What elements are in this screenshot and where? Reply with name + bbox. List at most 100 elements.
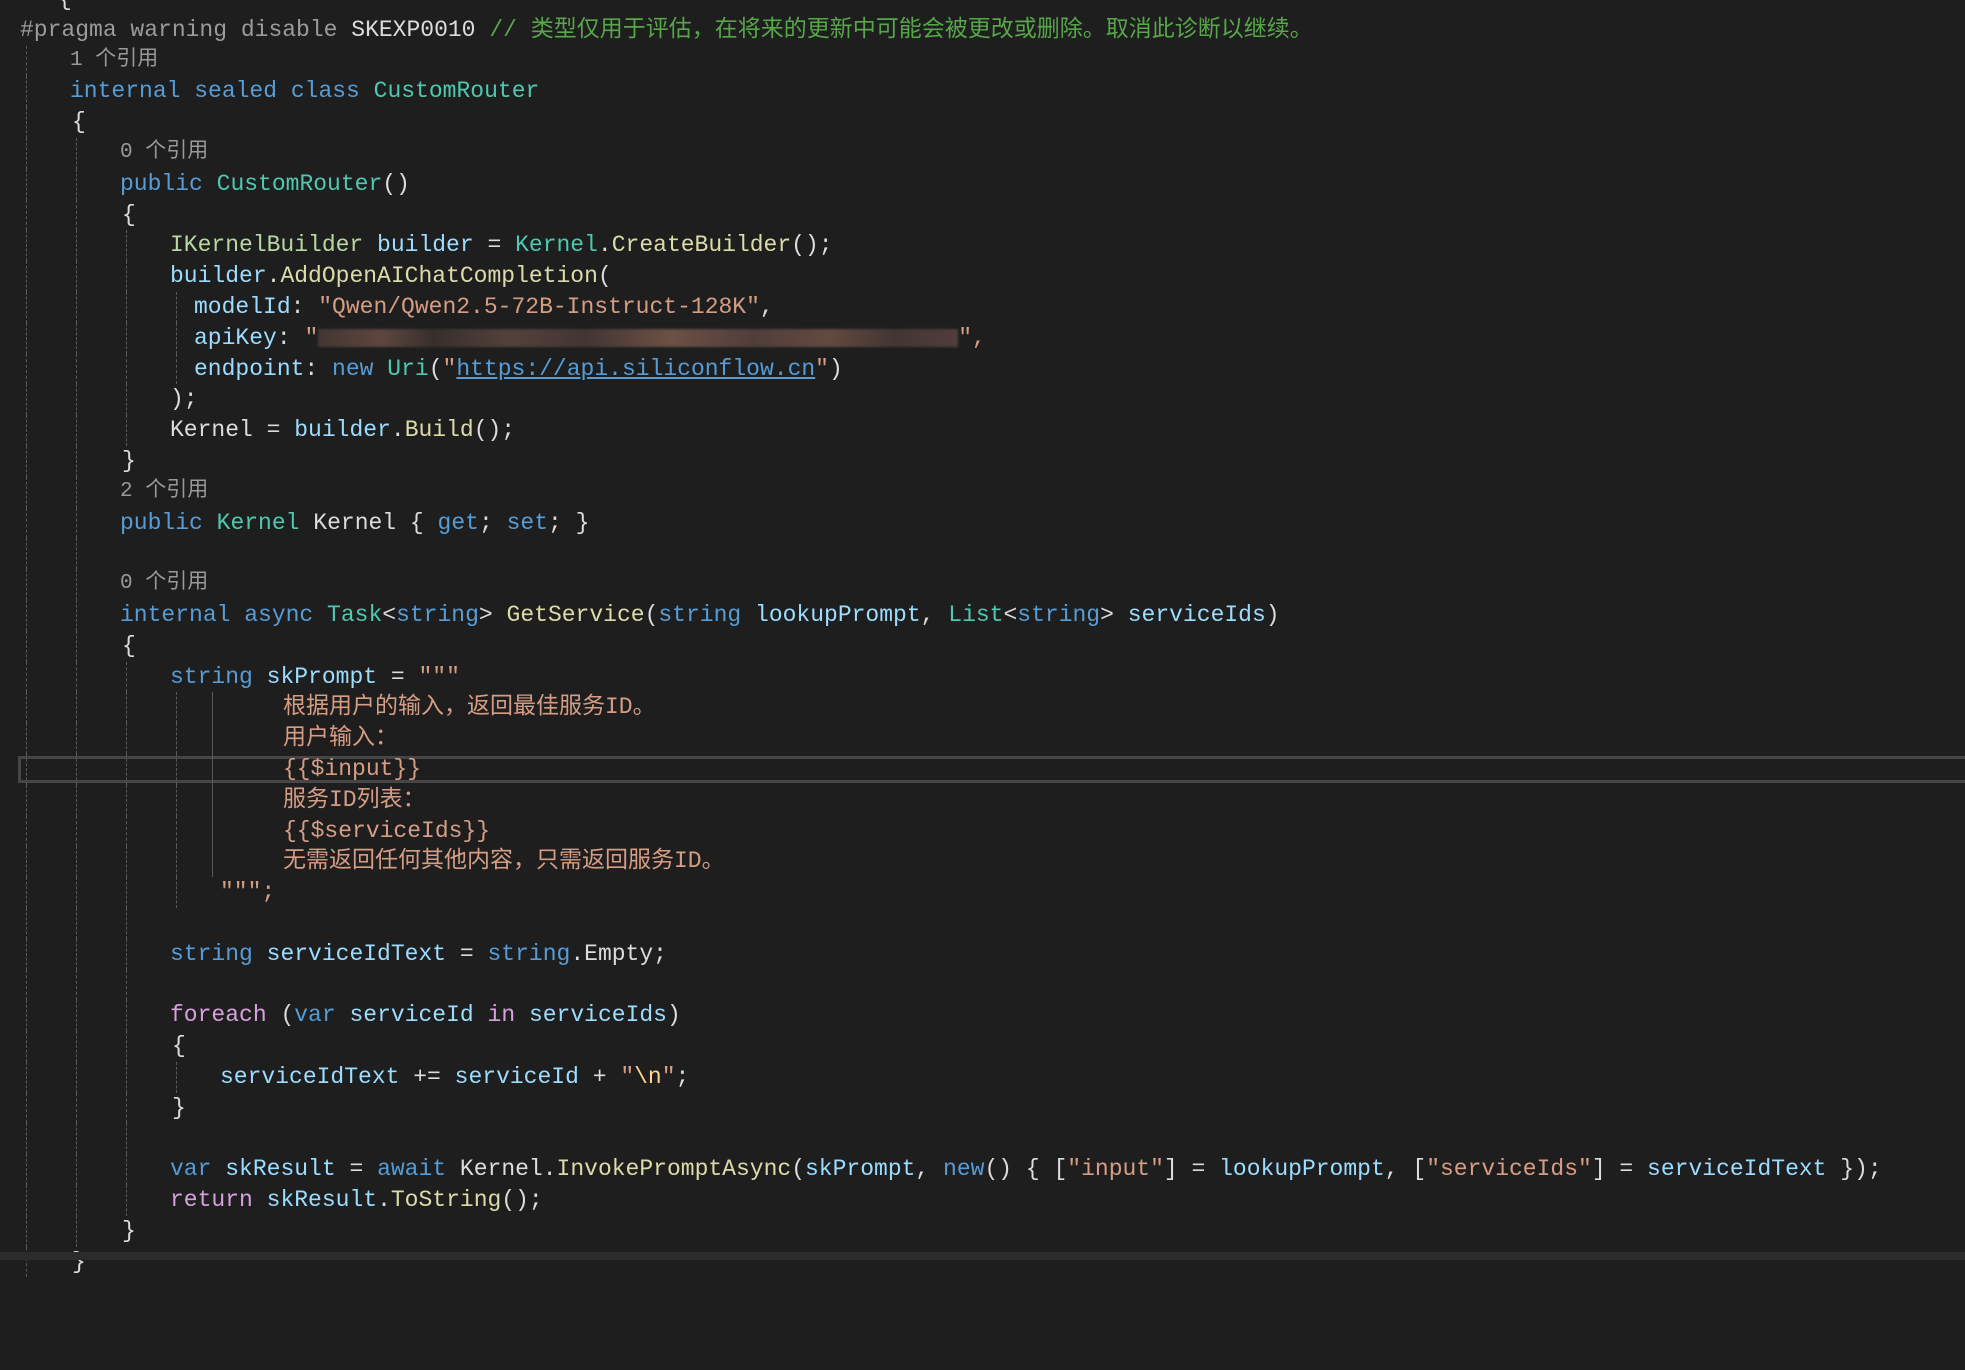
code-line[interactable] — [0, 907, 1965, 939]
keyword: string — [487, 940, 571, 967]
indent-guide — [76, 1092, 77, 1124]
code-line[interactable]: 0 个引用 — [0, 569, 1965, 600]
raw-string-guide — [212, 723, 213, 754]
code-line[interactable]: { — [0, 1031, 1965, 1062]
endpoint-url-link[interactable]: https://api.siliconflow.cn — [456, 356, 815, 382]
code-line[interactable]: builder.AddOpenAIChatCompletion( — [0, 261, 1965, 292]
indent-guide — [76, 569, 77, 600]
indent-guide — [26, 1154, 27, 1186]
codelens-references[interactable]: 0 个引用 — [120, 138, 208, 169]
code-line[interactable]: { — [0, 199, 1965, 231]
code-line[interactable]: foreach (var serviceId in serviceIds) — [0, 1000, 1965, 1032]
indent-guide — [26, 599, 27, 631]
code-line-method[interactable]: internal async Task<string> GetService(s… — [0, 599, 1965, 631]
code-line[interactable]: public Kernel Kernel { get; set; } — [0, 507, 1965, 539]
brace: { — [72, 109, 86, 136]
indent-guide — [76, 1031, 77, 1062]
keyword: get — [437, 509, 479, 536]
code-line-ctor[interactable]: public CustomRouter() — [0, 168, 1965, 200]
indent-guide — [76, 137, 77, 169]
indent-guide — [76, 353, 77, 385]
code-line[interactable]: 服务ID列表： — [0, 784, 1965, 816]
indent-guide — [76, 815, 77, 847]
type-name: Kernel — [216, 509, 300, 536]
keyword: set — [506, 509, 549, 536]
code-line[interactable]: serviceIdText += serviceId + "\n"; — [0, 1061, 1965, 1093]
indent-guide — [76, 1000, 77, 1032]
indent-guide — [26, 1031, 27, 1062]
code-line[interactable] — [0, 969, 1965, 1001]
indent-guide — [26, 45, 27, 77]
indent-guide — [26, 846, 27, 878]
variable: serviceIdText — [266, 940, 447, 967]
code-line[interactable]: { — [0, 630, 1965, 662]
code-line[interactable]: return skResult.ToString(); — [0, 1185, 1965, 1216]
code-line[interactable]: 0 个引用 — [0, 137, 1965, 169]
horizontal-scrollbar[interactable] — [0, 1252, 1965, 1260]
indent-guide — [76, 168, 77, 200]
code-line[interactable]: 用户输入： — [0, 723, 1965, 754]
code-line[interactable]: } — [0, 1092, 1965, 1124]
code-line-class[interactable]: internal sealed class CustomRouter — [0, 76, 1965, 108]
indent-guide — [126, 1061, 127, 1093]
indent-guide — [76, 230, 77, 262]
indent-guide — [176, 815, 177, 847]
code-editor[interactable]: { #pragma warning disable SKEXP0010 // 类… — [0, 0, 1965, 1278]
code-line[interactable]: endpoint: new Uri("https://api.siliconfl… — [0, 353, 1965, 385]
code-line[interactable]: 1 个引用 — [0, 45, 1965, 77]
code-line[interactable]: 无需返回任何其他内容，只需返回服务ID。 — [0, 846, 1965, 878]
indent-guide — [26, 1123, 27, 1155]
code-line[interactable]: { — [0, 0, 1965, 15]
brace: } — [172, 1094, 186, 1121]
code-line[interactable]: { — [0, 107, 1965, 138]
code-line[interactable]: {{$serviceIds}} — [0, 815, 1965, 847]
variable: builder — [377, 232, 474, 259]
variable: lookupPrompt — [1219, 1156, 1385, 1183]
indent-guide — [26, 723, 27, 754]
indent-guide — [26, 322, 27, 354]
code-line[interactable]: } — [0, 445, 1965, 477]
raw-string-guide — [212, 692, 213, 724]
brace: { — [58, 0, 72, 15]
operator: = — [446, 940, 488, 967]
code-line[interactable]: modelId: "Qwen/Qwen2.5-72B-Instruct-128K… — [0, 291, 1965, 323]
code-line[interactable]: var skResult = await Kernel.InvokePrompt… — [0, 1154, 1965, 1186]
code-line[interactable]: apiKey: " ", — [0, 322, 1965, 354]
code-line[interactable]: string skPrompt = """ — [0, 661, 1965, 693]
codelens-references[interactable]: 2 个引用 — [120, 477, 208, 508]
indent-guide — [126, 322, 127, 354]
code-line[interactable]: """; — [0, 877, 1965, 908]
code-line[interactable]: } — [0, 1215, 1965, 1247]
indent-guide — [76, 261, 77, 292]
code-line[interactable]: ); — [0, 384, 1965, 416]
codelens-references[interactable]: 1 个引用 — [70, 46, 158, 77]
code-line-current[interactable]: {{$input}} — [0, 753, 1965, 785]
indent-guide — [176, 784, 177, 816]
code-line-pragma[interactable]: #pragma warning disable SKEXP0010 // 类型仅… — [0, 15, 1965, 46]
keyword: await — [377, 1156, 447, 1183]
indent-guide — [26, 907, 27, 939]
keyword: string — [396, 601, 479, 628]
pragma-code: SKEXP0010 — [351, 16, 476, 43]
code-line[interactable]: string serviceIdText = string.Empty; — [0, 938, 1965, 970]
redacted-api-key — [318, 328, 959, 347]
code-line[interactable] — [0, 1123, 1965, 1155]
indent-guide — [76, 1123, 77, 1155]
variable: skResult — [225, 1156, 336, 1183]
indent-guide — [26, 815, 27, 847]
property: Kernel — [459, 1156, 543, 1183]
punctuation: (); — [791, 232, 833, 259]
code-line[interactable]: 根据用户的输入，返回最佳服务ID。 — [0, 692, 1965, 724]
indent-guide — [76, 1185, 77, 1216]
codelens-references[interactable]: 0 个引用 — [120, 569, 208, 600]
indent-guide — [176, 291, 177, 323]
indent-guide — [76, 322, 77, 354]
code-line[interactable]: Kernel = builder.Build(); — [0, 415, 1965, 446]
indent-guide — [126, 1154, 127, 1186]
code-line[interactable]: 2 个引用 — [0, 476, 1965, 508]
code-line[interactable] — [0, 538, 1965, 570]
method-name: GetService — [506, 601, 645, 628]
indent-guide — [176, 846, 177, 878]
param-label: endpoint — [194, 355, 305, 382]
code-line[interactable]: IKernelBuilder builder = Kernel.CreateBu… — [0, 230, 1965, 262]
